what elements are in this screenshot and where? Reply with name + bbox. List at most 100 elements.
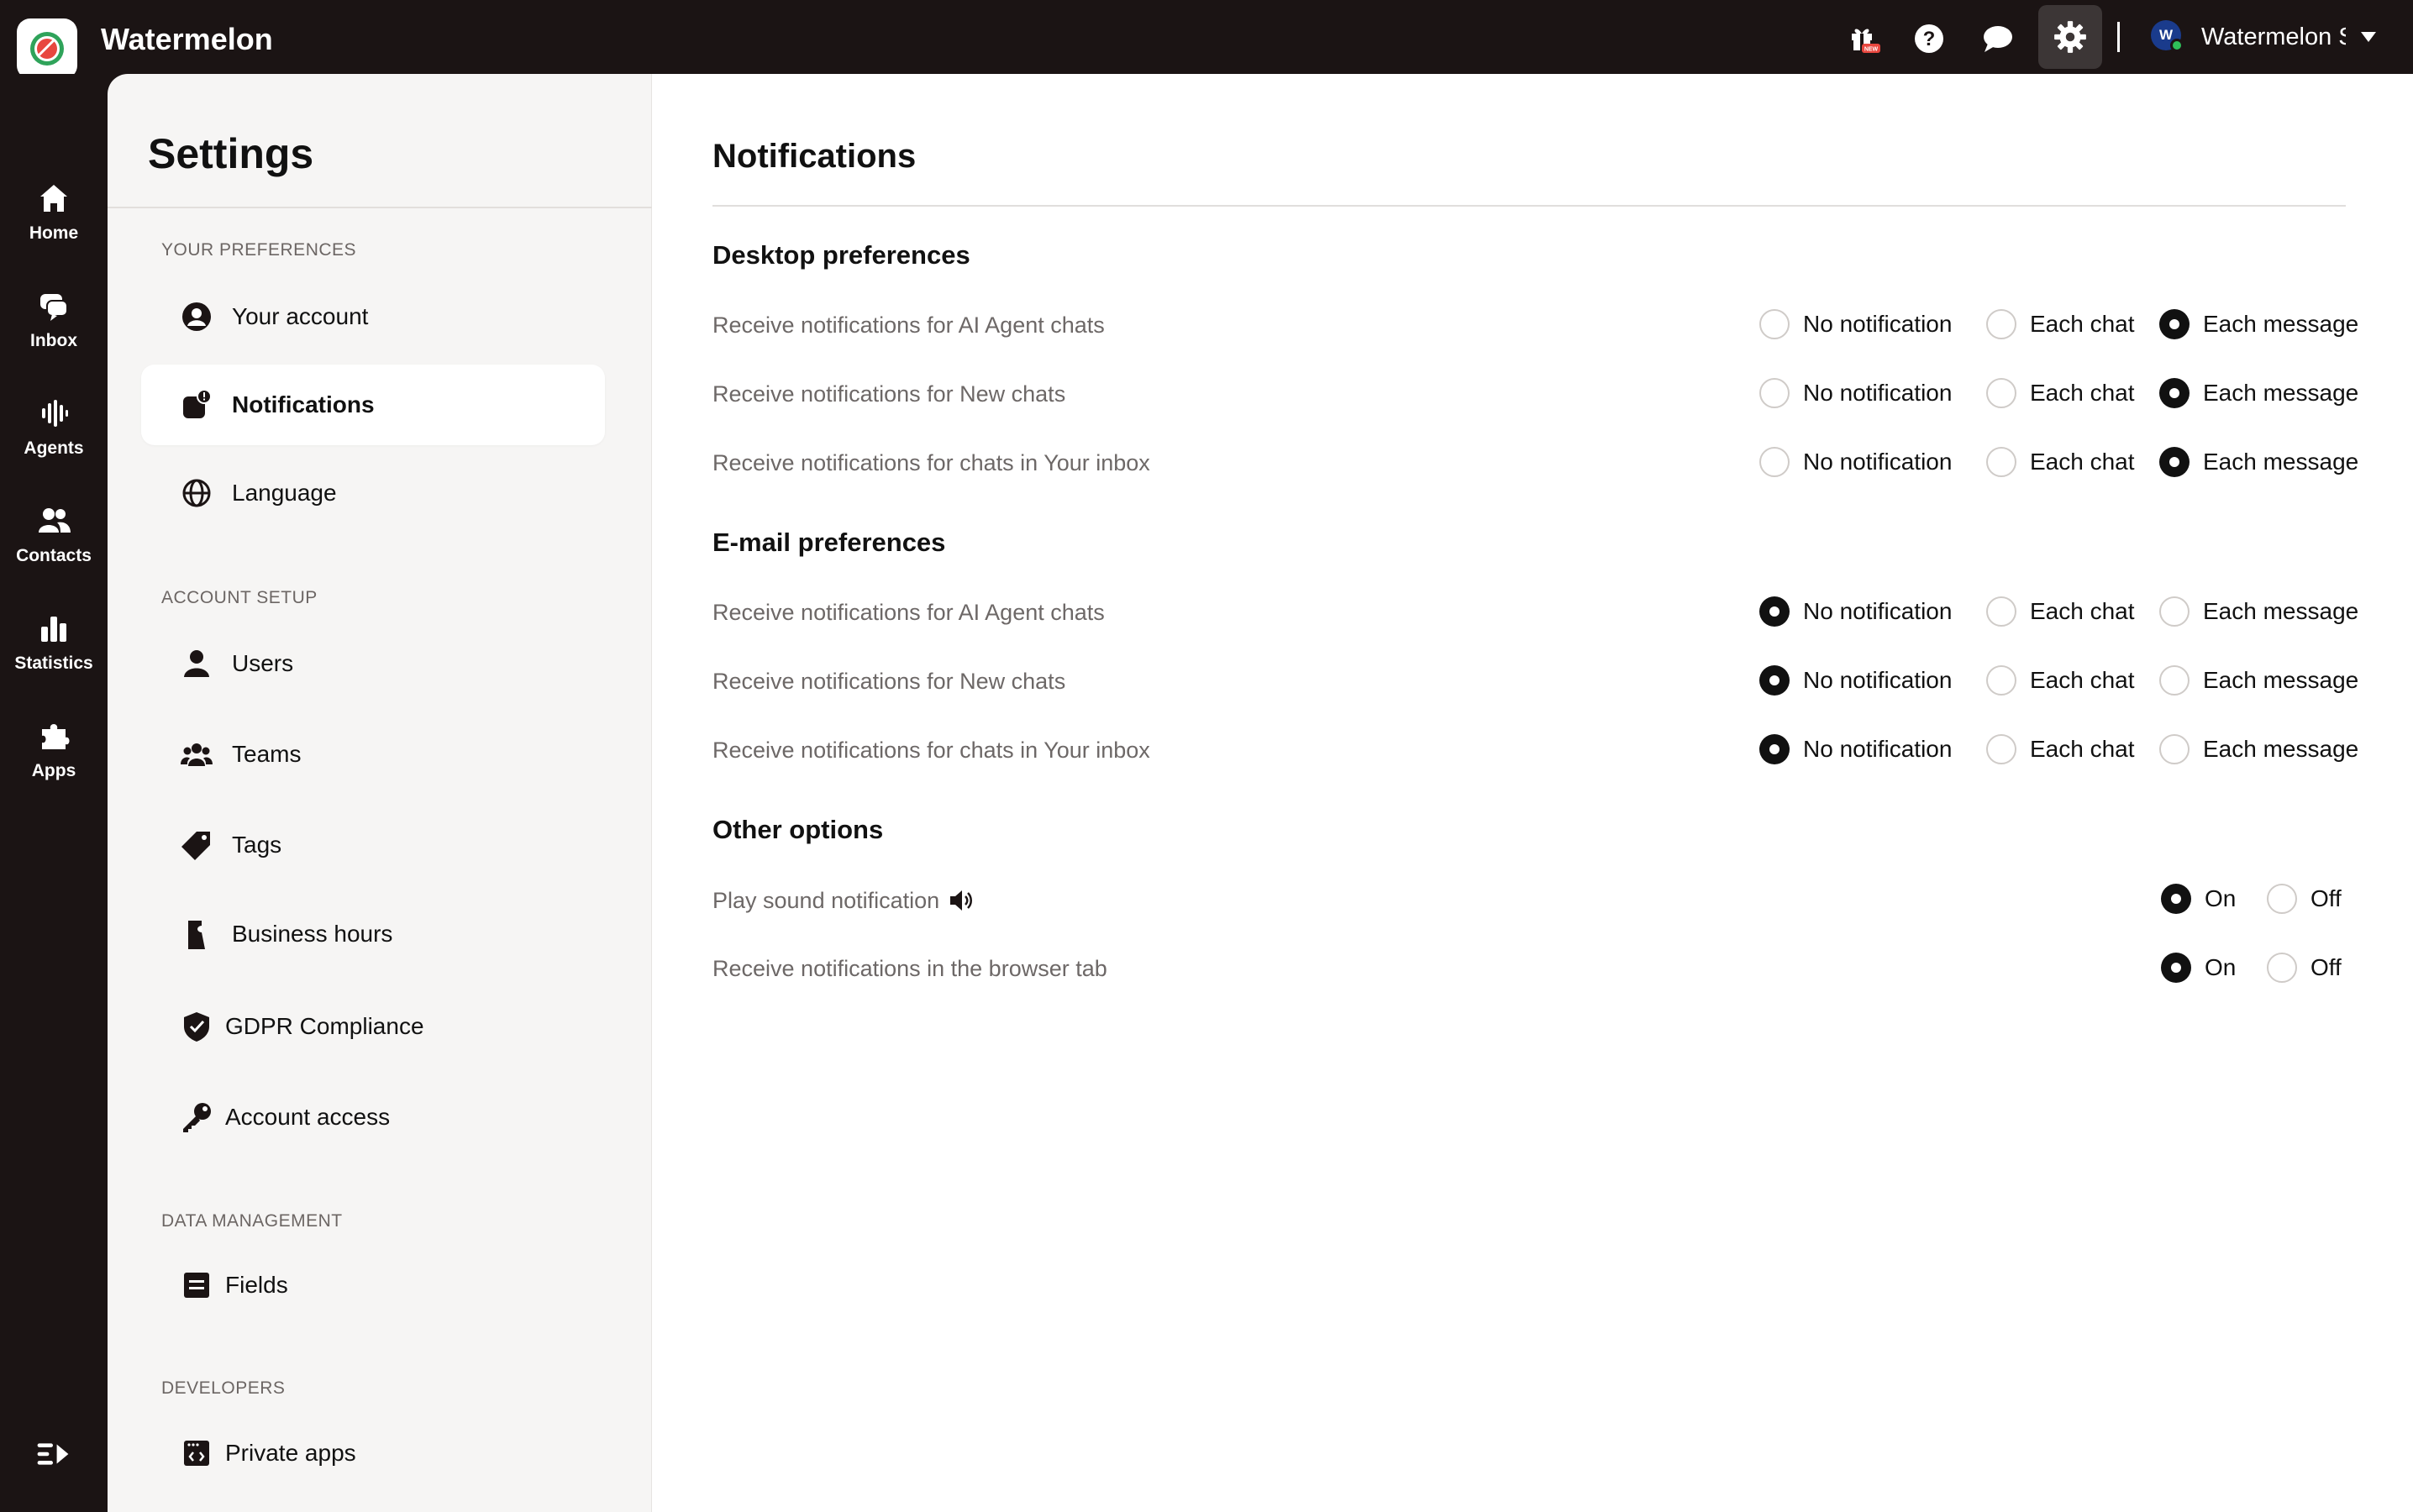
radio-selected[interactable] xyxy=(2159,447,2190,477)
menu-item-users[interactable]: Users xyxy=(141,623,605,704)
menu-item-notifications[interactable]: Notifications xyxy=(141,365,605,445)
email-new-chats-no-notification-option[interactable]: No notification xyxy=(1759,665,1952,696)
radio[interactable] xyxy=(2267,953,2297,983)
chevron-down-icon[interactable] xyxy=(2361,32,2376,42)
menu-item-tags[interactable]: Tags xyxy=(141,805,605,885)
menu-label-your-account: Your account xyxy=(232,303,369,329)
radio[interactable] xyxy=(1759,378,1790,408)
agents-icon xyxy=(42,400,68,427)
browser-tab-on-option[interactable]: On xyxy=(2161,953,2236,983)
settings-divider xyxy=(108,207,652,208)
door-hanger-icon xyxy=(188,921,205,949)
radio-selected[interactable] xyxy=(2159,309,2190,339)
header-divider xyxy=(2117,22,2120,52)
option-label: No notification xyxy=(1803,380,1953,406)
account-name[interactable]: Watermelon S xyxy=(2201,24,2346,51)
option-label: No notification xyxy=(1803,598,1953,624)
radio-selected[interactable] xyxy=(2159,378,2190,408)
email-your-inbox-each-message-option[interactable]: Each message xyxy=(2159,734,2358,764)
settings-gear-button[interactable] xyxy=(2038,5,2102,69)
menu-item-teams[interactable]: Teams xyxy=(141,714,605,795)
desktop-ai-agent-each-message-option[interactable]: Each message xyxy=(2159,309,2358,339)
radio-selected[interactable] xyxy=(2161,953,2191,983)
nav-item-statistics[interactable]: Statistics xyxy=(0,596,108,689)
radio-selected[interactable] xyxy=(1759,596,1790,627)
menu-label-notifications: Notifications xyxy=(232,391,375,417)
radio-selected[interactable] xyxy=(1759,734,1790,764)
gift-new-icon[interactable]: NEW xyxy=(1840,15,1887,62)
desktop-new-chats-each-message-option[interactable]: Each message xyxy=(2159,378,2358,408)
email-ai-agent-each-message-option[interactable]: Each message xyxy=(2159,596,2358,627)
sound-off-option[interactable]: Off xyxy=(2267,884,2342,914)
collapse-menu-icon[interactable] xyxy=(34,1435,72,1473)
radio-selected[interactable] xyxy=(2161,884,2191,914)
radio[interactable] xyxy=(1986,378,2016,408)
menu-label-users: Users xyxy=(232,650,294,676)
desktop-ai-agent-no-notification-option[interactable]: No notification xyxy=(1759,309,1952,339)
sound-on-option[interactable]: On xyxy=(2161,884,2236,914)
option-label: Each message xyxy=(2203,667,2359,693)
radio[interactable] xyxy=(2159,734,2190,764)
radio-selected[interactable] xyxy=(1759,665,1790,696)
desktop-your-inbox-no-notification-option[interactable]: No notification xyxy=(1759,447,1952,477)
svg-text:?: ? xyxy=(1923,28,1936,50)
desktop-new-chats-no-notification-option[interactable]: No notification xyxy=(1759,378,1952,408)
nav-label-home: Home xyxy=(29,223,79,243)
app-title: Watermelon xyxy=(101,22,273,56)
radio[interactable] xyxy=(1986,596,2016,627)
other-row-sound: Play sound notification xyxy=(712,887,975,914)
radio[interactable] xyxy=(2159,596,2190,627)
menu-item-language[interactable]: Language xyxy=(141,453,605,533)
nav-label-statistics: Statistics xyxy=(14,654,93,673)
email-your-inbox-each-chat-option[interactable]: Each chat xyxy=(1986,734,2135,764)
menu-item-account-access[interactable]: Account access xyxy=(141,1077,605,1158)
settings-title: Settings xyxy=(148,130,314,177)
nav-item-home[interactable]: Home xyxy=(0,166,108,259)
title-divider xyxy=(712,205,2346,207)
menu-item-private-apps[interactable]: Private apps xyxy=(141,1413,605,1494)
online-status-dot xyxy=(2170,39,2184,52)
menu-item-business-hours[interactable]: Business hours xyxy=(141,894,605,974)
radio[interactable] xyxy=(1986,665,2016,696)
user-circle-icon xyxy=(182,302,211,331)
radio[interactable] xyxy=(1986,734,2016,764)
radio[interactable] xyxy=(1759,309,1790,339)
email-ai-agent-each-chat-option[interactable]: Each chat xyxy=(1986,596,2135,627)
chat-bubble-icon[interactable] xyxy=(1974,15,2021,62)
help-icon[interactable]: ? xyxy=(1906,15,1953,62)
option-label: Each chat xyxy=(2030,380,2135,406)
menu-item-fields[interactable]: Fields xyxy=(141,1245,605,1326)
radio[interactable] xyxy=(2159,665,2190,696)
browser-tab-off-option[interactable]: Off xyxy=(2267,953,2342,983)
desktop-row-your-inbox-label: Receive notifications for chats in Your … xyxy=(712,450,1150,475)
nav-item-apps[interactable]: Apps xyxy=(0,704,108,796)
tag-icon xyxy=(181,832,210,860)
email-your-inbox-no-notification-option[interactable]: No notification xyxy=(1759,734,1952,764)
radio[interactable] xyxy=(1759,447,1790,477)
nav-item-contacts[interactable]: Contacts xyxy=(0,489,108,581)
menu-item-your-account[interactable]: Your account xyxy=(141,276,605,357)
section-label-your-preferences: YOUR PREFERENCES xyxy=(161,240,357,260)
radio[interactable] xyxy=(2267,884,2297,914)
option-label: Each chat xyxy=(2030,311,2135,337)
menu-item-gdpr-compliance[interactable]: GDPR Compliance xyxy=(141,986,605,1067)
nav-item-agents[interactable]: Agents xyxy=(0,381,108,474)
desktop-ai-agent-each-chat-option[interactable]: Each chat xyxy=(1986,309,2135,339)
app-window: Watermelon NEW ? W Watermelon S Home Inb… xyxy=(0,0,2413,1512)
section-label-data-management: DATA MANAGEMENT xyxy=(161,1211,343,1231)
apps-icon xyxy=(42,724,70,749)
email-new-chats-each-message-option[interactable]: Each message xyxy=(2159,665,2358,696)
option-label: Off xyxy=(2310,954,2342,980)
desktop-your-inbox-each-message-option[interactable]: Each message xyxy=(2159,447,2358,477)
watermelon-logo-icon[interactable] xyxy=(17,18,77,79)
radio[interactable] xyxy=(1986,447,2016,477)
desktop-your-inbox-each-chat-option[interactable]: Each chat xyxy=(1986,447,2135,477)
notification-bell-icon xyxy=(183,389,212,418)
radio[interactable] xyxy=(1986,309,2016,339)
option-label: Each chat xyxy=(2030,736,2135,762)
email-ai-agent-no-notification-option[interactable]: No notification xyxy=(1759,596,1952,627)
nav-item-inbox[interactable]: Inbox xyxy=(0,274,108,366)
nav-label-apps: Apps xyxy=(31,761,76,780)
email-new-chats-each-chat-option[interactable]: Each chat xyxy=(1986,665,2135,696)
desktop-new-chats-each-chat-option[interactable]: Each chat xyxy=(1986,378,2135,408)
